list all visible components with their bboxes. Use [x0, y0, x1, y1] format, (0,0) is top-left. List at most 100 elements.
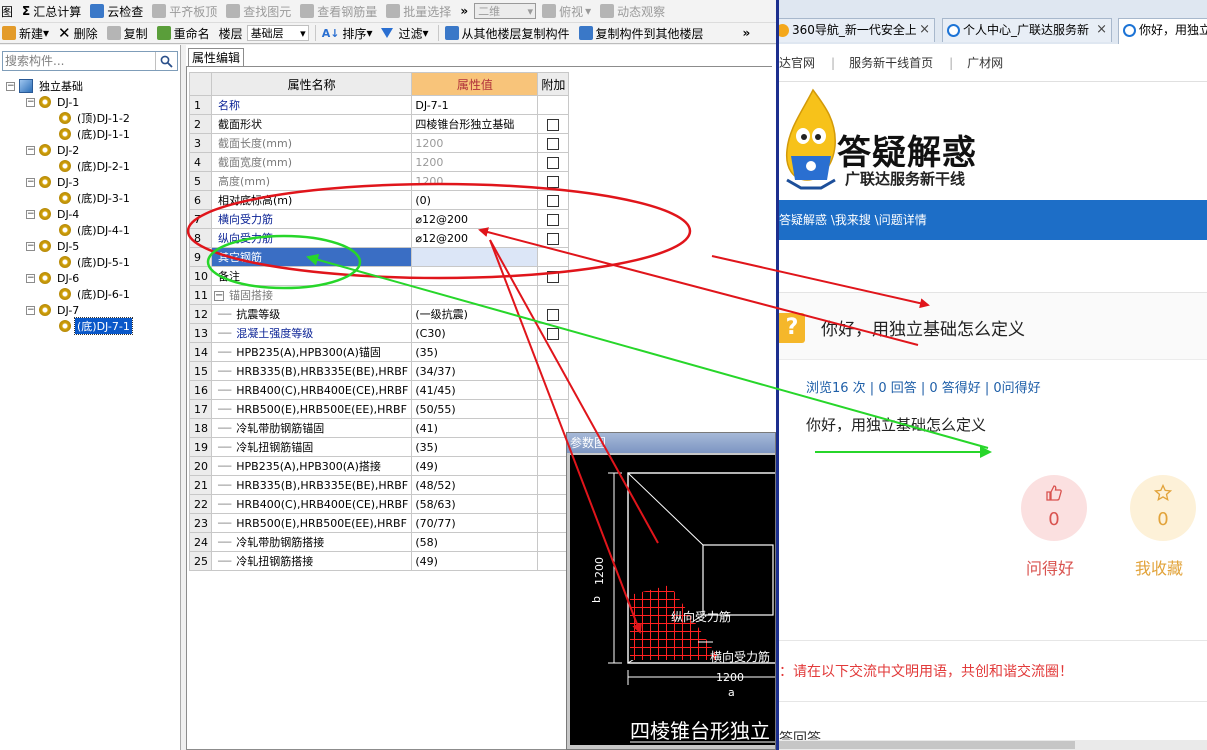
property-row[interactable]: 22 ── HRB400(C),HRB400E(CE),HRBF (58/63) — [189, 494, 570, 514]
property-row[interactable]: 2 截面形状 四棱锥台形独立基础 — [189, 114, 570, 134]
extra-checkbox[interactable] — [547, 232, 560, 245]
close-icon[interactable]: × — [1096, 19, 1107, 41]
property-value[interactable]: (35) — [411, 437, 539, 457]
property-row[interactable]: 13 ── 混凝土强度等级 (C30) — [189, 323, 570, 343]
view-angle-button[interactable]: 俯视 ▾ — [542, 3, 591, 20]
extra-checkbox[interactable] — [547, 270, 560, 283]
floor-select[interactable]: 基础层 ▾ — [246, 25, 309, 41]
sum-calc-button[interactable]: Σ 汇总计算 — [22, 3, 81, 20]
property-value[interactable]: ⌀12@200 — [411, 209, 539, 229]
tab-property-edit[interactable]: 属性编辑 — [188, 48, 244, 67]
batch-select-button[interactable]: 批量选择 — [386, 3, 451, 20]
extra-checkbox[interactable] — [547, 308, 560, 321]
property-row[interactable]: 4 截面宽度(mm) 1200 — [189, 152, 570, 172]
tree-item[interactable]: − DJ-4 — [26, 206, 81, 222]
property-value[interactable]: (34/37) — [411, 361, 539, 381]
property-row[interactable]: 19 ── 冷轧扭钢筋锚固 (35) — [189, 437, 570, 457]
extra-checkbox[interactable] — [547, 175, 560, 188]
parameter-diagram-window[interactable]: 参数图 1200 b 1200 a 纵向受力筋 横向受力筋 四棱锥台形独立 — [566, 432, 776, 750]
tree-item[interactable]: (底)DJ-7-1 — [46, 317, 133, 335]
property-value[interactable] — [411, 247, 539, 267]
toolbar-overflow-chevron[interactable]: » — [743, 26, 751, 40]
property-row[interactable]: 5 高度(mm) 1200 — [189, 171, 570, 191]
like-button[interactable]: 0 — [1021, 475, 1087, 541]
parameter-window-title[interactable]: 参数图 — [567, 433, 775, 453]
extra-checkbox[interactable] — [547, 137, 560, 150]
collapse-toggle-icon[interactable]: − — [26, 241, 35, 251]
extra-checkbox[interactable] — [547, 213, 560, 226]
property-row[interactable]: 24 ── 冷轧带肋钢筋搭接 (58) — [189, 532, 570, 552]
property-row[interactable]: 3 截面长度(mm) 1200 — [189, 133, 570, 153]
property-value[interactable]: (49) — [411, 551, 539, 571]
property-value[interactable]: DJ-7-1 — [411, 95, 539, 115]
property-value[interactable]: (50/55) — [411, 399, 539, 419]
property-value[interactable]: (58/63) — [411, 494, 539, 514]
collapse-toggle-icon[interactable]: − — [214, 291, 224, 301]
tree-item[interactable]: (底)DJ-5-1 — [46, 254, 132, 270]
property-value[interactable] — [411, 266, 539, 286]
new-button[interactable]: 新建 ▾ — [2, 25, 49, 42]
collapse-toggle-icon[interactable]: − — [26, 305, 35, 315]
tree-item[interactable]: − 独立基础 — [6, 78, 85, 94]
menu-fragment[interactable]: 图 — [1, 3, 13, 20]
collapse-toggle-icon[interactable]: − — [6, 81, 15, 91]
property-row[interactable]: 16 ── HRB400(C),HRB400E(CE),HRBF (41/45) — [189, 380, 570, 400]
like-label[interactable]: 问得好 — [1026, 555, 1074, 579]
collapse-toggle-icon[interactable]: − — [26, 209, 35, 219]
property-value[interactable]: 1200 — [411, 171, 539, 191]
nav-link-materials[interactable]: 广材网 — [967, 54, 1003, 71]
delete-button[interactable]: ✕ 删除 — [58, 24, 98, 42]
cloud-check-button[interactable]: 云检查 — [90, 3, 143, 20]
property-row[interactable]: 20 ── HPB235(A),HPB300(A)搭接 (49) — [189, 456, 570, 476]
browser-tab-question[interactable]: 你好，用独立 — [1118, 18, 1207, 44]
search-input[interactable] — [3, 52, 153, 70]
property-row[interactable]: 1 名称 DJ-7-1 — [189, 95, 570, 115]
property-value[interactable]: (一级抗震) — [411, 304, 539, 324]
property-row[interactable]: 10 备注 — [189, 266, 570, 286]
favorite-label[interactable]: 我收藏 — [1135, 555, 1183, 579]
find-element-button[interactable]: 查找图元 — [226, 3, 291, 20]
tree-item[interactable]: (顶)DJ-1-2 — [46, 110, 132, 126]
view-mode-select[interactable]: 二维 ▾ — [474, 3, 537, 19]
tree-item[interactable]: − DJ-6 — [26, 270, 81, 286]
browser-tab-personal-center[interactable]: 个人中心_广联达服务新 × — [942, 18, 1112, 42]
dynamic-view-button[interactable]: 动态观察 — [600, 3, 665, 20]
nav-link-official[interactable]: 达官网 — [779, 54, 815, 71]
close-icon[interactable]: × — [919, 19, 930, 41]
property-row[interactable]: 14 ── HPB235(A),HPB300(A)锚固 (35) — [189, 342, 570, 362]
sort-button[interactable]: A↓ 排序 ▾ — [322, 25, 373, 42]
property-value[interactable]: (70/77) — [411, 513, 539, 533]
tree-item[interactable]: (底)DJ-3-1 — [46, 190, 132, 206]
property-row[interactable]: 12 ── 抗震等级 (一级抗震) — [189, 304, 570, 324]
property-value[interactable]: 四棱锥台形独立基础 — [411, 114, 539, 134]
property-value[interactable]: (49) — [411, 456, 539, 476]
rename-button[interactable]: 重命名 — [156, 25, 210, 42]
property-row[interactable]: 7 横向受力筋 ⌀12@200 — [189, 209, 570, 229]
extra-checkbox[interactable] — [547, 194, 560, 207]
property-row[interactable]: 8 纵向受力筋 ⌀12@200 — [189, 228, 570, 248]
extra-checkbox[interactable] — [547, 156, 560, 169]
property-value[interactable]: (35) — [411, 342, 539, 362]
property-value[interactable]: (58) — [411, 532, 539, 552]
property-row[interactable]: 21 ── HRB335(B),HRB335E(BE),HRBF (48/52) — [189, 475, 570, 495]
toolbar-overflow-chevron[interactable]: » — [460, 4, 468, 18]
browser-tab-360[interactable]: 360导航_新一代安全上网 × — [779, 18, 935, 42]
collapse-toggle-icon[interactable]: − — [26, 97, 35, 107]
tree-item[interactable]: (底)DJ-1-1 — [46, 126, 132, 142]
tree-item[interactable]: (底)DJ-4-1 — [46, 222, 132, 238]
extra-checkbox[interactable] — [547, 327, 560, 340]
favorite-button[interactable]: 0 — [1130, 475, 1196, 541]
property-value[interactable] — [411, 285, 539, 305]
copy-button[interactable]: 复制 — [106, 25, 148, 42]
property-value[interactable]: (0) — [411, 190, 539, 210]
search-button[interactable] — [155, 52, 177, 70]
view-rebar-button[interactable]: 查看钢筋量 — [300, 3, 377, 20]
copy-from-floor-button[interactable]: 从其他楼层复制构件 — [444, 25, 570, 42]
tree-item[interactable]: (底)DJ-2-1 — [46, 158, 132, 174]
copy-to-floor-button[interactable]: 复制构件到其他楼层 — [578, 25, 704, 42]
horizontal-scrollbar[interactable] — [779, 740, 1207, 750]
property-row[interactable]: 6 相对底标高(m) (0) — [189, 190, 570, 210]
align-slab-button[interactable]: 平齐板顶 — [152, 3, 217, 20]
property-row[interactable]: 18 ── 冷轧带肋钢筋锚固 (41) — [189, 418, 570, 438]
property-value[interactable]: (48/52) — [411, 475, 539, 495]
